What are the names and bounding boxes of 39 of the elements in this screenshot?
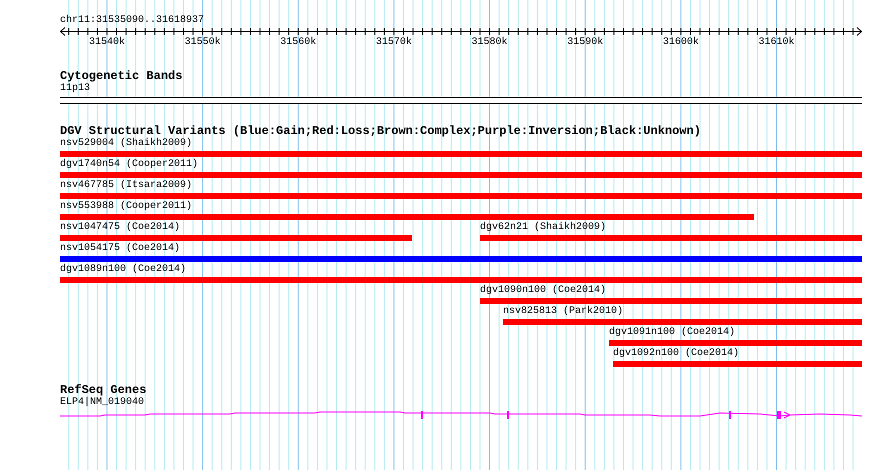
- feature-label[interactable]: dgv62n21 (Shaikh2009): [480, 222, 606, 233]
- feature-label[interactable]: dgv1740n54 (Cooper2011): [60, 159, 198, 170]
- feature-label[interactable]: nsv825813 (Park2010): [503, 306, 624, 317]
- gene-model-drawing[interactable]: [60, 411, 862, 419]
- feature-label[interactable]: nsv553988 (Cooper2011): [60, 201, 192, 212]
- feature-label[interactable]: dgv1091n100 (Coe2014): [609, 327, 736, 338]
- variant-bar[interactable]: [60, 256, 862, 262]
- ruler-tick-label: 31540k: [88, 37, 125, 48]
- track-title: Cytogenetic Bands: [60, 70, 182, 83]
- ruler-tick-label: 31590k: [567, 37, 604, 48]
- variant-bar[interactable]: [60, 235, 412, 241]
- feature-label[interactable]: dgv1089n100 (Coe2014): [60, 264, 186, 275]
- position-label: chr11:31535090..31618937: [60, 15, 204, 27]
- feature-label[interactable]: nsv1047475 (Coe2014): [60, 222, 180, 233]
- feature-label[interactable]: nsv529004 (Shaikh2009): [60, 138, 192, 149]
- variant-bar[interactable]: [503, 319, 862, 325]
- ruler-tick-label: 31600k: [662, 37, 699, 48]
- feature-label[interactable]: dgv1090n100 (Coe2014): [480, 285, 606, 296]
- feature-label[interactable]: nsv467785 (Itsara2009): [60, 180, 192, 191]
- track-title: DGV Structural Variants (Blue:Gain;Red:Loss;Brown:Complex;Purple:Inversion;Black:Unknown): [60, 125, 701, 138]
- feature-label[interactable]: dgv1092n100 (Coe2014): [613, 348, 740, 359]
- gene-label[interactable]: ELP4|NM_019040: [60, 397, 144, 408]
- ruler-tick-label: 31570k: [376, 37, 412, 48]
- ruler-tick-label: 31610k: [758, 37, 795, 48]
- band-label: 11p13: [60, 83, 90, 94]
- ruler-tick-label: 31580k: [472, 37, 508, 48]
- variant-bar[interactable]: [609, 340, 862, 346]
- variant-bar[interactable]: [480, 298, 862, 304]
- variant-bar[interactable]: [60, 214, 754, 220]
- track-title: RefSeq Genes: [60, 384, 146, 397]
- ruler-tick-label: 31550k: [184, 37, 221, 48]
- feature-label[interactable]: nsv1054175 (Coe2014): [60, 243, 180, 254]
- variant-bar[interactable]: [480, 235, 862, 241]
- variant-bar[interactable]: [60, 277, 862, 283]
- variant-bar[interactable]: [60, 151, 862, 157]
- variant-bar[interactable]: [613, 361, 862, 367]
- ruler-tick-label: 31560k: [280, 37, 316, 48]
- variant-bar[interactable]: [60, 193, 862, 199]
- variant-bar[interactable]: [60, 172, 862, 178]
